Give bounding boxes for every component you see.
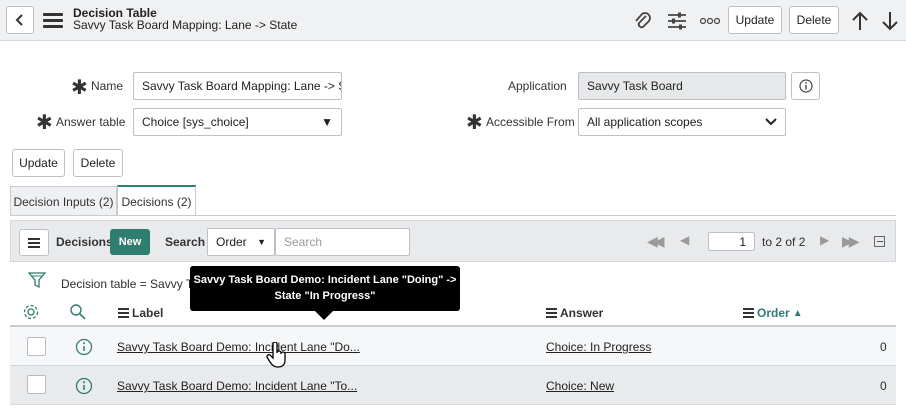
row-order-value: 0 <box>880 340 887 354</box>
row-order-value: 0 <box>880 379 887 393</box>
dropdown-triangle-icon: ▼ <box>321 115 333 129</box>
required-marker: ✱ <box>36 112 53 134</box>
info-icon[interactable] <box>75 338 93 359</box>
settings-sliders-icon[interactable] <box>665 10 689 32</box>
gear-icon[interactable] <box>22 303 40 324</box>
search-field-select[interactable]: Order ▼ <box>207 228 275 256</box>
row-answer-link[interactable]: Choice: In Progress <box>546 340 651 354</box>
tab-divider <box>10 215 896 216</box>
row-checkbox[interactable] <box>27 337 46 356</box>
search-label: Search <box>165 235 206 249</box>
collapse-icon[interactable] <box>874 236 885 247</box>
application-label: Application <box>508 79 567 93</box>
name-label: Name <box>91 79 124 93</box>
header-update-button[interactable]: Update <box>728 6 782 34</box>
arrow-up-icon[interactable] <box>849 9 871 33</box>
dropdown-triangle-icon: ▼ <box>257 237 266 247</box>
required-marker: ✱ <box>71 77 88 99</box>
column-menu-icon <box>118 308 129 318</box>
hand-cursor-icon <box>266 341 288 371</box>
answer-table-field[interactable]: Choice [sys_choice] ▼ <box>133 108 342 136</box>
more-options-icon[interactable] <box>698 10 722 32</box>
form-header: Decision Table Savvy Task Board Mapping:… <box>0 0 906 41</box>
search-field-value: Order <box>216 235 247 249</box>
tab-decisions[interactable]: Decisions (2) <box>117 185 196 216</box>
form-update-button[interactable]: Update <box>12 149 65 177</box>
tooltip-line-2: State "In Progress" <box>274 290 376 302</box>
column-header-answer[interactable]: Answer <box>546 306 603 320</box>
tooltip-arrow <box>314 310 334 320</box>
last-page-icon[interactable]: ▶▶ <box>842 233 859 250</box>
page-subtitle: Savvy Task Board Mapping: Lane -> State <box>73 18 298 32</box>
list-menu-button[interactable] <box>19 229 49 256</box>
page-range: to 2 of 2 <box>762 235 806 249</box>
arrow-down-icon[interactable] <box>879 9 901 33</box>
info-button[interactable] <box>791 72 820 100</box>
chevron-down-icon <box>765 118 777 126</box>
header-delete-button[interactable]: Delete <box>789 6 839 34</box>
chevron-left-icon <box>15 14 23 26</box>
accessible-from-select[interactable]: All application scopes <box>578 108 786 136</box>
filter-breadcrumb[interactable]: Decision table = Savvy Task <box>61 277 211 291</box>
row-answer-link[interactable]: Choice: New <box>546 379 614 393</box>
prev-page-icon[interactable]: ◀ <box>680 233 689 247</box>
next-page-icon[interactable]: ▶ <box>820 233 829 247</box>
column-label-text: Label <box>132 306 164 320</box>
accessible-from-label: Accessible From <box>486 115 575 129</box>
menu-icon[interactable] <box>43 10 63 30</box>
required-marker: ✱ <box>466 112 483 134</box>
new-button[interactable]: New <box>110 229 150 255</box>
form-delete-button[interactable]: Delete <box>73 149 123 177</box>
row-label-link[interactable]: Savvy Task Board Demo: Incident Lane "Do… <box>117 340 360 354</box>
column-menu-icon <box>546 308 557 318</box>
accessible-from-value: All application scopes <box>587 115 703 129</box>
info-icon[interactable] <box>75 377 93 398</box>
column-answer-text: Answer <box>560 306 604 320</box>
row-label-link[interactable]: Savvy Task Board Demo: Incident Lane "To… <box>117 379 357 393</box>
tab-decision-inputs[interactable]: Decision Inputs (2) <box>10 186 117 216</box>
column-header-label[interactable]: Label <box>118 306 163 320</box>
info-icon <box>798 79 813 93</box>
application-field: Savvy Task Board <box>578 72 786 100</box>
tooltip: Savvy Task Board Demo: Incident Lane "Do… <box>190 266 460 311</box>
paperclip-icon[interactable] <box>632 10 654 32</box>
answer-table-label: Answer table <box>56 115 126 129</box>
name-field[interactable]: Savvy Task Board Mapping: Lane -> Stat <box>133 72 342 100</box>
row-checkbox[interactable] <box>27 375 46 394</box>
sort-ascending-icon: ▲ <box>792 307 803 319</box>
column-menu-icon <box>743 308 754 318</box>
back-button[interactable] <box>6 6 34 34</box>
column-header-order[interactable]: Order ▲ <box>743 306 803 320</box>
first-page-icon[interactable]: ◀◀ <box>647 233 664 250</box>
column-order-text: Order <box>757 306 790 320</box>
page-input[interactable]: 1 <box>708 232 755 251</box>
list-title: Decisions <box>56 235 113 249</box>
answer-table-value: Choice [sys_choice] <box>142 115 249 129</box>
search-input[interactable]: Search <box>275 228 410 256</box>
search-icon[interactable] <box>69 303 87 324</box>
tooltip-line-1: Savvy Task Board Demo: Incident Lane "Do… <box>193 274 457 286</box>
filter-icon[interactable] <box>27 271 47 292</box>
